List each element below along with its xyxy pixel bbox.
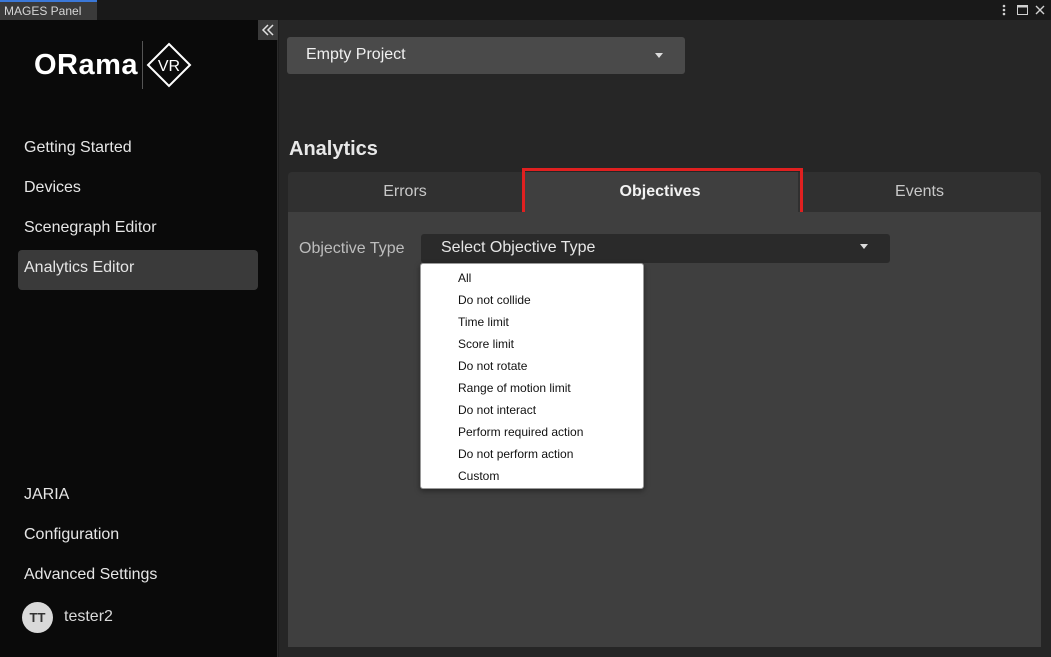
sidebar-item-label: Configuration [24, 526, 120, 543]
window-tab-title: MAGES Panel [4, 4, 82, 18]
project-select[interactable]: Empty Project [287, 37, 685, 74]
dropdown-option-all[interactable]: All [421, 267, 643, 289]
dropdown-option-custom[interactable]: Custom [421, 465, 643, 487]
dropdown-option-score-limit[interactable]: Score limit [421, 333, 643, 355]
dropdown-option-do-not-perform-action[interactable]: Do not perform action [421, 443, 643, 465]
logo-text: ORama [34, 48, 139, 81]
window-tab[interactable]: MAGES Panel [0, 0, 97, 20]
user-profile[interactable]: TT tester2 [22, 601, 113, 633]
tab-label: Errors [383, 183, 427, 200]
dropdown-option-range-of-motion-limit[interactable]: Range of motion limit [421, 377, 643, 399]
sidebar-item-label: Devices [24, 179, 81, 196]
objective-type-label: Objective Type [299, 240, 405, 257]
avatar: TT [22, 601, 53, 633]
sidebar-item-advanced-settings[interactable]: Advanced Settings [18, 557, 258, 597]
project-select-value: Empty Project [306, 46, 406, 63]
logo-divider [142, 41, 144, 89]
more-icon[interactable] [997, 2, 1011, 18]
sidebar-item-jaria[interactable]: JARIA [18, 477, 258, 517]
objective-type-select[interactable]: Select Objective Type [421, 234, 890, 263]
sidebar-item-analytics-editor[interactable]: Analytics Editor [18, 250, 258, 290]
sidebar-item-label: JARIA [24, 486, 70, 503]
page-title: Analytics [289, 138, 378, 160]
objective-type-select-value: Select Objective Type [441, 239, 596, 256]
chevron-down-icon [860, 244, 868, 249]
objectives-panel [288, 212, 1041, 647]
sidebar-item-scenegraph-editor[interactable]: Scenegraph Editor [18, 210, 258, 250]
objective-type-dropdown-menu: All Do not collide Time limit Score limi… [420, 263, 644, 489]
sidebar-item-label: Analytics Editor [24, 259, 135, 276]
dropdown-option-time-limit[interactable]: Time limit [421, 311, 643, 333]
sidebar-item-devices[interactable]: Devices [18, 170, 258, 210]
close-icon[interactable] [1033, 2, 1047, 18]
username: tester2 [64, 608, 113, 625]
chevron-down-icon [655, 53, 663, 58]
sidebar-item-getting-started[interactable]: Getting Started [18, 130, 258, 170]
dropdown-option-perform-required-action[interactable]: Perform required action [421, 421, 643, 443]
dropdown-option-do-not-interact[interactable]: Do not interact [421, 399, 643, 421]
maximize-icon[interactable] [1015, 2, 1029, 18]
sidebar-item-label: Getting Started [24, 139, 132, 156]
main-content: Empty Project Analytics Errors Objective… [279, 20, 1051, 657]
window-controls [997, 1, 1047, 19]
dropdown-option-do-not-rotate[interactable]: Do not rotate [421, 355, 643, 377]
logo-badge: VR [158, 58, 180, 75]
orama-vr-logo: ORama VR [34, 40, 204, 90]
sidebar: ORama VR Getting Started Devices Scenegr… [0, 20, 278, 657]
tab-label: Events [895, 183, 944, 200]
dropdown-option-do-not-collide[interactable]: Do not collide [421, 289, 643, 311]
tab-events[interactable]: Events [798, 172, 1041, 212]
highlight-annotation-box [522, 168, 803, 217]
tab-errors[interactable]: Errors [288, 172, 522, 212]
sidebar-item-label: Scenegraph Editor [24, 219, 157, 236]
window-titlebar: MAGES Panel [0, 0, 1051, 20]
sidebar-item-label: Advanced Settings [24, 566, 158, 583]
sidebar-item-configuration[interactable]: Configuration [18, 517, 258, 557]
vr-diamond-icon: VR [146, 42, 192, 88]
collapse-sidebar-icon[interactable] [258, 20, 278, 40]
